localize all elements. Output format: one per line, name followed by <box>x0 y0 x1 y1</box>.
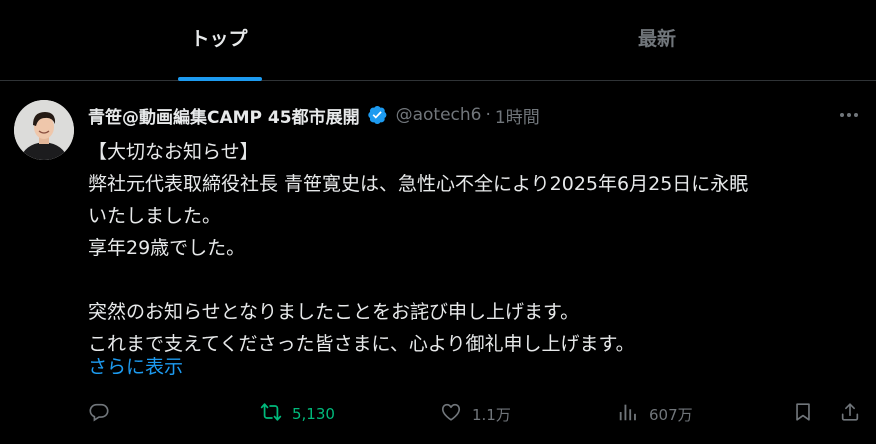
display-name[interactable]: 青笹@動画編集CAMP 45都市展開 <box>88 103 360 128</box>
share-button[interactable] <box>839 399 861 429</box>
tweet-text-line: いたしました。 <box>88 205 222 227</box>
show-more-link[interactable]: さらに表示 <box>88 351 183 383</box>
views-button[interactable]: 607万 <box>617 399 693 429</box>
tab-latest[interactable]: 最新 <box>438 0 876 81</box>
timeline-tabs: トップ 最新 <box>0 0 876 81</box>
tweet-text: 【大切なお知らせ】 弊社元代表取締役社長 青笹寛史は、急性心不全により2025年… <box>88 136 864 360</box>
retweet-button[interactable]: 5,130 <box>260 399 335 429</box>
tab-top[interactable]: トップ <box>0 0 438 81</box>
tweet-text-line: 享年29歳でした。 <box>88 237 246 259</box>
reply-icon <box>88 401 110 427</box>
more-dots-icon[interactable] <box>836 105 862 125</box>
retweet-icon <box>260 401 282 427</box>
separator-dot: · <box>485 105 491 125</box>
tweet-text-line: 弊社元代表取締役社長 青笹寛史は、急性心不全により2025年6月25日に永眠 <box>88 173 749 195</box>
views-count: 607万 <box>649 405 693 424</box>
avatar-image <box>14 100 74 160</box>
bookmark-button[interactable] <box>792 399 814 429</box>
handle[interactable]: @aotech6 <box>396 105 482 125</box>
like-count: 1.1万 <box>472 405 511 424</box>
tweet-header: 青笹@動画編集CAMP 45都市展開 @aotech6 · 1時間 <box>88 102 540 128</box>
like-button[interactable]: 1.1万 <box>440 399 511 429</box>
avatar[interactable] <box>14 100 74 160</box>
share-icon <box>839 401 861 427</box>
views-bar-chart-icon <box>617 401 639 427</box>
retweet-count: 5,130 <box>292 405 335 423</box>
reply-button[interactable] <box>88 399 120 429</box>
tweet-text-line: 【大切なお知らせ】 <box>88 141 259 163</box>
heart-icon <box>440 401 462 427</box>
bookmark-icon <box>792 401 814 427</box>
tweet-text-line: これまで支えてくださった皆さまに、心より御礼申し上げます。 <box>88 333 635 355</box>
tab-top-label: トップ <box>190 28 248 50</box>
tweet-actions: 5,130 1.1万 607万 <box>0 399 876 429</box>
tweet-text-line: 突然のお知らせとなりましたことをお詫び申し上げます。 <box>88 301 580 323</box>
verified-badge-icon[interactable] <box>366 104 388 126</box>
tweet[interactable]: 青笹@動画編集CAMP 45都市展開 @aotech6 · 1時間 【大切なお知… <box>0 81 876 444</box>
timestamp[interactable]: 1時間 <box>495 103 540 128</box>
tab-latest-label: 最新 <box>637 28 676 50</box>
